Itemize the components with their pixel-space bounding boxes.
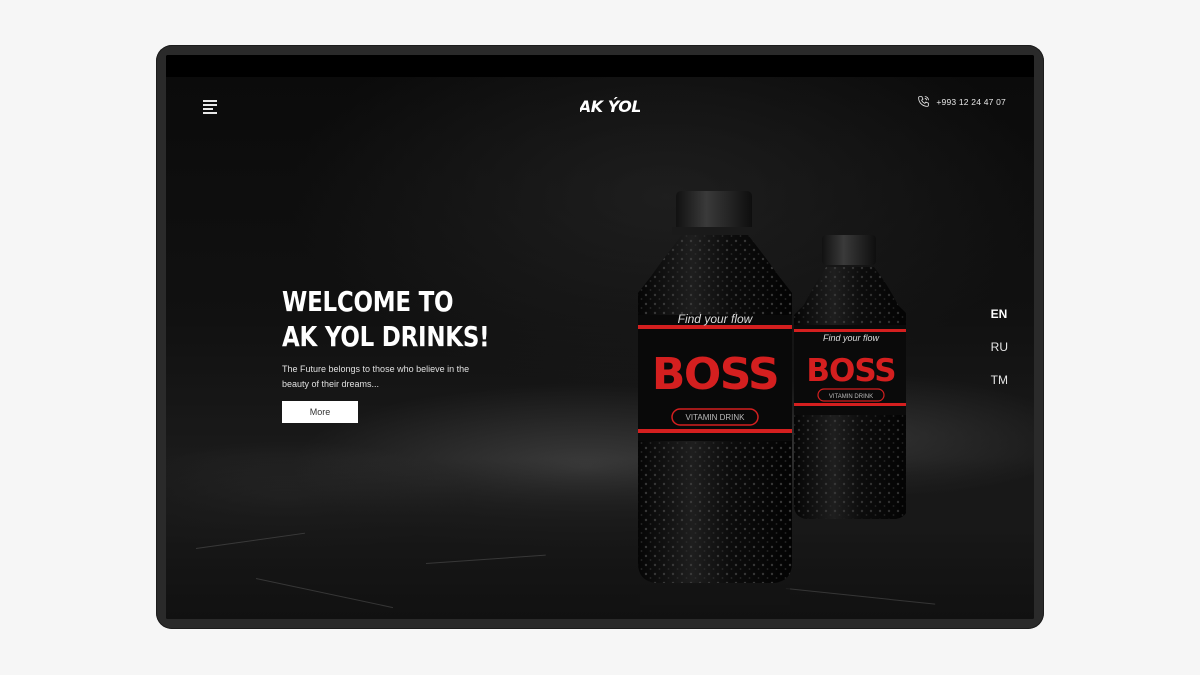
language-option-tm[interactable]: TM: [991, 373, 1008, 388]
bottle-large-subtitle: VITAMIN DRINK: [686, 413, 746, 422]
bottle-large: Find your flow BOSS VITAMIN DRINK: [638, 191, 792, 583]
website-screen: AK ÝOL +993 12 24 47 07 Find your flow B…: [166, 55, 1034, 619]
product-bottles-image: Find your flow BOSS VITAMIN DRINK Find y…: [638, 191, 906, 605]
device-frame: AK ÝOL +993 12 24 47 07 Find your flow B…: [156, 45, 1044, 629]
hero-tagline: The Future belongs to those who believe …: [282, 364, 470, 389]
language-option-en[interactable]: EN: [991, 307, 1008, 322]
top-strip: [166, 55, 1034, 77]
hero-title-line1: WELCOME TO: [282, 285, 454, 318]
bottle-small-subtitle: VITAMIN DRINK: [829, 394, 873, 400]
phone-contact[interactable]: +993 12 24 47 07: [917, 95, 1006, 108]
bottle-small-slogan: Find your flow: [823, 333, 880, 343]
ak-yol-logo[interactable]: AK ÝOL: [580, 93, 640, 117]
more-button[interactable]: More: [282, 401, 358, 423]
phone-number[interactable]: +993 12 24 47 07: [936, 97, 1006, 107]
logo-text: AK ÝOL: [580, 97, 640, 116]
language-option-ru[interactable]: RU: [991, 340, 1008, 355]
bottle-large-slogan: Find your flow: [678, 312, 754, 326]
phone-icon: [918, 96, 930, 107]
hero-title-line2: AK YOL DRINKS!: [282, 320, 490, 353]
bottle-small-brand: BOSS: [806, 353, 895, 389]
language-switcher: EN RU TM: [991, 307, 1008, 388]
hero-title: WELCOME TO AK YOL DRINKS!: [282, 284, 490, 354]
hamburger-menu-icon[interactable]: [203, 100, 219, 114]
bottle-small: Find your flow BOSS VITAMIN DRINK: [794, 235, 906, 519]
bottle-large-brand: BOSS: [652, 349, 778, 400]
bottle-reflection: [640, 583, 790, 605]
